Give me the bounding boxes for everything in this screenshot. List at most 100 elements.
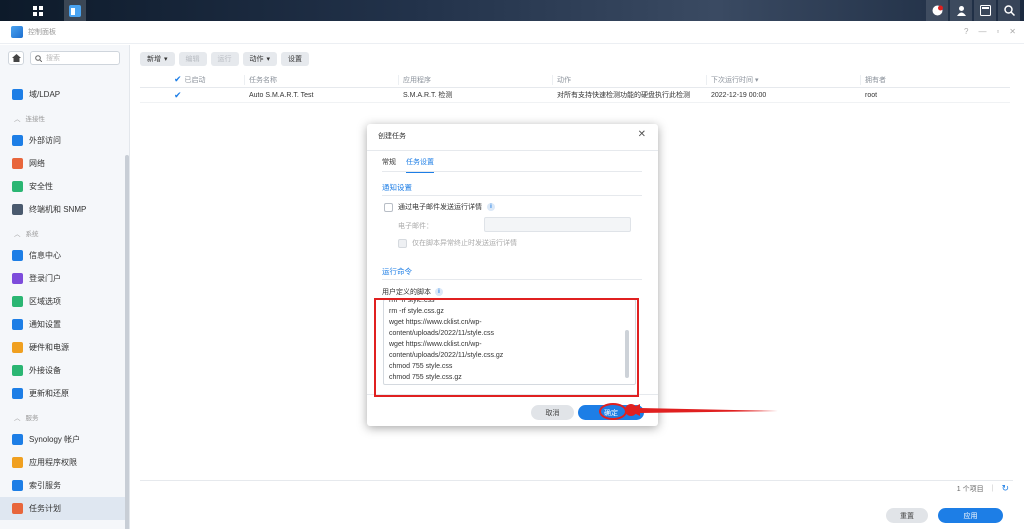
sidebar-item[interactable]: 硬件和电源 (0, 336, 126, 359)
annotation-highlight-box (374, 298, 639, 397)
notification-chat-icon[interactable] (926, 0, 948, 21)
settings-button[interactable]: 设置 (281, 52, 310, 66)
regional-options-icon (12, 296, 23, 307)
sidebar: 搜索 域/LDAP ︿ 连接性 外部访问 网络 安全性 终端机和 SNMP ︿ 系统 信息中心 登录… (0, 45, 130, 529)
action-button[interactable]: 动作 ▾ (242, 52, 278, 66)
hardware-power-icon (12, 342, 23, 353)
email-details-checkbox-row[interactable]: 通过电子邮件发送运行详情 i (384, 202, 495, 212)
widgets-icon[interactable] (974, 0, 996, 21)
application-cell: S.M.A.R.T. 检测 (403, 92, 453, 99)
sidebar-item[interactable]: 登录门户 (0, 267, 126, 290)
edit-button[interactable]: 编辑 (178, 52, 207, 66)
home-icon (11, 54, 21, 62)
control-panel-taskbar-icon[interactable] (64, 0, 86, 21)
maximize-button[interactable]: ▫ (996, 27, 999, 36)
sidebar-item[interactable]: 更新和还原 (0, 382, 126, 405)
sidebar-item[interactable]: 外接设备 (0, 359, 126, 382)
main-menu-icon[interactable] (27, 0, 49, 21)
create-button[interactable]: 新增 ▾ (140, 52, 175, 66)
email-details-checkbox[interactable] (384, 202, 393, 212)
info-icon[interactable]: i (435, 288, 443, 296)
sidebar-item-label: 硬件和电源 (29, 343, 69, 352)
close-icon[interactable]: ✕ (638, 129, 646, 140)
info-icon[interactable]: i (487, 203, 495, 211)
run-command-heading: 运行命令 (382, 267, 412, 276)
sidebar-item[interactable]: 区域选项 (0, 290, 126, 313)
sidebar-item[interactable]: 网络 (0, 152, 126, 175)
external-access-icon (12, 135, 23, 146)
abnormal-only-label: 仅在脚本异常终止时发送运行详情 (412, 240, 517, 247)
abnormal-only-checkbox-row[interactable]: 仅在脚本异常终止时发送运行详情 (398, 238, 517, 248)
user-icon[interactable] (950, 0, 972, 21)
col-action[interactable]: 动作 (552, 74, 706, 85)
sidebar-item[interactable]: 信息中心 (0, 244, 126, 267)
abnormal-only-checkbox[interactable] (398, 238, 407, 248)
script-label-row: 用户定义的脚本 i (382, 287, 443, 297)
col-application[interactable]: 应用程序 (398, 74, 552, 85)
sidebar-item[interactable]: 应用程序权限 (0, 451, 126, 474)
table-row[interactable]: ✔ Auto S.M.A.R.T. Test S.M.A.R.T. 检测 对所有… (140, 88, 1010, 103)
sidebar-section[interactable]: ︿ 连接性 (0, 106, 126, 129)
sidebar-item[interactable]: 安全性 (0, 175, 126, 198)
col-next-run[interactable]: 下次运行时间 ▾ (706, 74, 860, 85)
col-enabled[interactable]: 已启动 (185, 75, 206, 85)
dialog-title: 创建任务 (378, 133, 406, 140)
sidebar-section-label: 连接性 (25, 115, 46, 123)
app-privileges-icon (12, 457, 23, 468)
sidebar-item-label: 登录门户 (29, 274, 61, 283)
sidebar-item-label: 应用程序权限 (29, 458, 77, 467)
sidebar-item-label: 终端机和 SNMP (29, 205, 87, 214)
search-icon[interactable] (998, 0, 1020, 21)
notification-icon (12, 319, 23, 330)
col-task-name[interactable]: 任务名称 (244, 74, 398, 85)
control-panel-app-icon (11, 26, 23, 38)
notify-settings-heading: 通知设置 (382, 183, 412, 192)
task-name-cell: Auto S.M.A.R.T. Test (249, 91, 314, 99)
task-scheduler-icon (12, 503, 23, 514)
sidebar-item[interactable]: 域/LDAP (0, 83, 126, 106)
next-run-cell: 2022-12-19 00:00 (711, 91, 767, 99)
chevron-down-icon: ▾ (266, 56, 271, 63)
refresh-icon[interactable]: ↻ (1001, 483, 1009, 494)
sidebar-search-input[interactable]: 搜索 (30, 51, 120, 65)
synology-account-icon (12, 434, 23, 445)
email-field[interactable] (484, 217, 631, 232)
update-restore-icon (12, 388, 23, 399)
home-button[interactable] (8, 51, 24, 65)
sidebar-scrollbar[interactable] (125, 155, 129, 529)
sidebar-section-label: 系统 (25, 230, 39, 238)
sidebar-item[interactable]: Synology 帐户 (0, 428, 126, 451)
run-label: 运行 (217, 56, 232, 63)
edit-label: 编辑 (185, 56, 200, 63)
sidebar-item[interactable]: 终端机和 SNMP (0, 198, 126, 221)
col-owner[interactable]: 拥有者 (860, 74, 1010, 85)
sidebar-item[interactable]: 通知设置 (0, 313, 126, 336)
email-label: 电子邮件： (398, 223, 433, 230)
taskbar (0, 0, 1024, 21)
help-button[interactable]: ? (964, 27, 968, 36)
table-footer: 1 个项目 | ↻ (140, 480, 1013, 496)
sidebar-item[interactable]: 外部访问 (0, 129, 126, 152)
apply-button[interactable]: 应用 (938, 508, 1003, 523)
search-placeholder: 搜索 (46, 55, 60, 62)
sidebar-section[interactable]: ︿ 系统 (0, 221, 126, 244)
task-table: ✔ 已启动 任务名称 应用程序 动作 下次运行时间 ▾ 拥有者 ✔ Auto S.… (140, 72, 1010, 103)
sidebar-section[interactable]: ︿ 服务 (0, 405, 126, 428)
sidebar-item[interactable]: 索引服务 (0, 474, 126, 497)
sidebar-item-label: 区域选项 (29, 297, 61, 306)
cancel-button[interactable]: 取消 (531, 405, 574, 420)
reset-button[interactable]: 重置 (886, 508, 928, 523)
header-check-icon[interactable]: ✔ (174, 74, 182, 85)
run-button[interactable]: 运行 (210, 52, 239, 66)
sidebar-item-label: 索引服务 (29, 481, 61, 490)
ldap-icon (12, 89, 23, 100)
window-titlebar: 控制面板 ? — ▫ ✕ (0, 21, 1024, 44)
sidebar-item-label: 安全性 (29, 182, 53, 191)
enabled-check-icon[interactable]: ✔ (174, 90, 182, 101)
minimize-button[interactable]: — (978, 27, 986, 36)
close-window-button[interactable]: ✕ (1009, 27, 1016, 36)
sidebar-item-label: 更新和还原 (29, 389, 69, 398)
chevron-up-icon: ︿ (14, 230, 21, 238)
sidebar-item[interactable]: 任务计划 (0, 497, 126, 520)
action-label: 动作 (249, 56, 264, 63)
